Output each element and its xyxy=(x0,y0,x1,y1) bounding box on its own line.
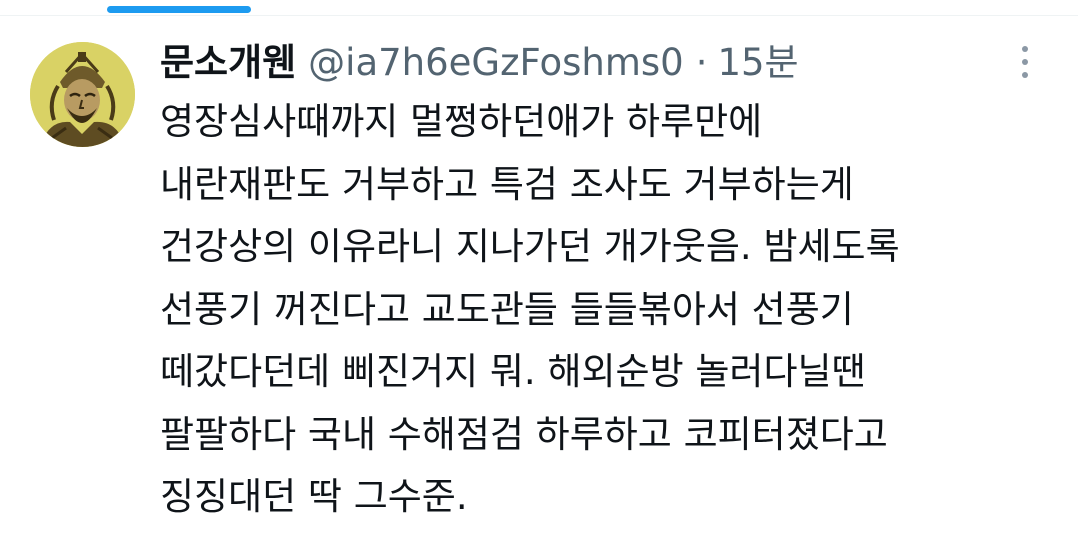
vertical-ellipsis-icon xyxy=(1022,46,1028,52)
author-handle[interactable]: @ia7h6eGzFoshms0 xyxy=(308,38,684,88)
tweet-text: 영장심사때까지 멀쩡하던애가 하루만에 내란재판도 거부하고 특검 조사도 거부… xyxy=(160,91,1060,529)
avatar-portrait-image xyxy=(30,42,135,147)
tweet-text-line: 팔팔하다 국내 수해점검 하루하고 코피터졌다고 xyxy=(160,412,888,456)
vertical-ellipsis-icon xyxy=(1022,72,1028,78)
author-display-name[interactable]: 문소개웬 xyxy=(160,38,296,88)
tweet-text-line: 선풍기 꺼진다고 교도관들 들들볶아서 선풍기 xyxy=(160,287,854,331)
tweet-timestamp[interactable]: 15분 xyxy=(717,38,798,88)
tweet-text-line: 건강상의 이유라니 지나가던 개가웃음. 밤세도록 xyxy=(160,225,900,268)
tweet-text-line: 영장심사때까지 멀쩡하던애가 하루만에 xyxy=(160,100,763,143)
tweet-header: 문소개웬 @ia7h6eGzFoshms0 · 15분 xyxy=(160,38,799,88)
tweet-text-line: 떼갔다던데 삐진거지 뭐. 해외순방 놀러다닐땐 xyxy=(160,350,866,393)
tweet-text-line: 징징대던 딱 그수준. xyxy=(160,475,468,518)
vertical-ellipsis-icon xyxy=(1022,59,1028,65)
active-tab-indicator xyxy=(107,6,251,13)
more-options-button[interactable] xyxy=(1008,42,1042,82)
tweet-text-line: 내란재판도 거부하고 특검 조사도 거부하는게 xyxy=(160,162,854,206)
avatar[interactable] xyxy=(30,42,135,147)
divider xyxy=(0,15,1078,16)
header-separator: · xyxy=(695,41,708,84)
